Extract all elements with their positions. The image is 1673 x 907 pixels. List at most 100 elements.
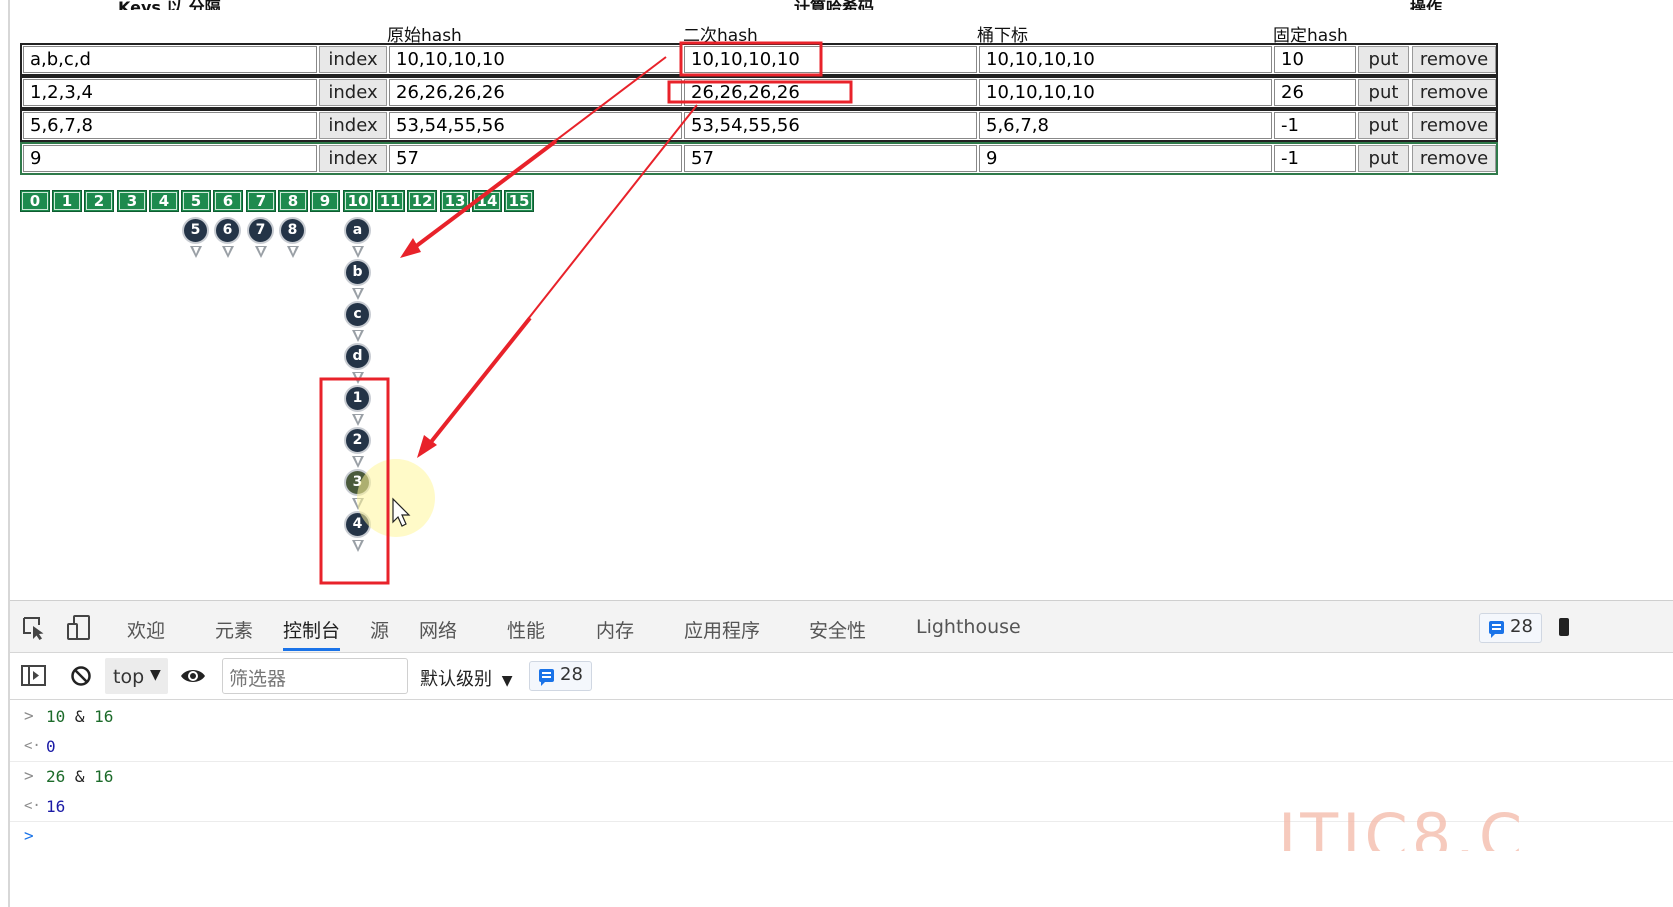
second-hash-field[interactable]: 57 bbox=[684, 145, 977, 172]
tab-memory[interactable]: 内存 bbox=[596, 616, 634, 643]
tab-console[interactable]: 控制台 bbox=[283, 616, 340, 643]
context-value: top bbox=[113, 666, 145, 688]
node-8: 8 bbox=[279, 217, 306, 244]
header-calc-label: 计算哈希码 bbox=[794, 0, 875, 10]
node-3: 3 bbox=[344, 469, 371, 496]
bucket-5: 5 bbox=[181, 190, 211, 212]
arrow-icon bbox=[417, 435, 437, 458]
clear-console-icon[interactable] bbox=[70, 665, 92, 687]
arrow-icon bbox=[222, 246, 234, 258]
tab-network[interactable]: 网络 bbox=[419, 616, 457, 643]
header-ops-label: 操作 bbox=[1410, 0, 1443, 10]
tab-application[interactable]: 应用程序 bbox=[684, 616, 760, 643]
bucket-index-field[interactable]: 5,6,7,8 bbox=[979, 112, 1272, 139]
console-expression: 26 & 16 bbox=[46, 767, 113, 786]
remove-button[interactable]: remove bbox=[1412, 145, 1496, 172]
arrow-icon bbox=[255, 246, 267, 258]
fixed-hash-field[interactable]: -1 bbox=[1274, 145, 1356, 172]
table-row: 9 index 57 57 9 -1 put remove bbox=[20, 142, 1498, 175]
index-button[interactable]: index bbox=[319, 145, 387, 172]
tab-security[interactable]: 安全性 bbox=[809, 616, 866, 643]
context-selector[interactable]: top ▼ bbox=[105, 658, 168, 694]
console-result: 16 bbox=[46, 797, 66, 816]
bucket-12: 12 bbox=[407, 190, 437, 212]
fixed-hash-field[interactable]: 26 bbox=[1274, 79, 1356, 106]
operand: 10 bbox=[46, 707, 66, 726]
tab-welcome[interactable]: 欢迎 bbox=[127, 616, 165, 643]
bucket-6: 6 bbox=[213, 190, 243, 212]
remove-button[interactable]: remove bbox=[1412, 46, 1496, 73]
bucket-index-field[interactable]: 9 bbox=[979, 145, 1272, 172]
node-2: 2 bbox=[344, 427, 371, 454]
node-c: c bbox=[344, 301, 371, 328]
remove-button[interactable]: remove bbox=[1412, 79, 1496, 106]
keys-input[interactable]: 5,6,7,8 bbox=[23, 112, 317, 139]
tab-elements[interactable]: 元素 bbox=[215, 616, 253, 643]
arrow-icon bbox=[352, 330, 364, 342]
devtools-tabbar: 欢迎 元素 控制台 源 网络 性能 内存 应用程序 安全性 Lighthouse… bbox=[10, 601, 1673, 653]
prompt-chevron-icon: > bbox=[24, 766, 34, 785]
result-arrow-icon: <· bbox=[24, 798, 41, 814]
app-window: Keys 以,分隔 原始hash 二次hash 计算哈希码 桶下标 固定hash… bbox=[0, 0, 1673, 907]
arrow-icon bbox=[400, 238, 421, 258]
orig-hash-field[interactable]: 57 bbox=[389, 145, 682, 172]
issues-count: 28 bbox=[1510, 616, 1533, 637]
orig-hash-field[interactable]: 53,54,55,56 bbox=[389, 112, 682, 139]
bucket-15: 15 bbox=[504, 190, 534, 212]
operand: 26 bbox=[46, 767, 66, 786]
issues-badge[interactable]: 28 bbox=[529, 661, 592, 691]
bucket-0: 0 bbox=[20, 190, 50, 212]
index-button[interactable]: index bbox=[319, 79, 387, 106]
console-toolbar: top ▼ 筛选器 默认级别 ▼ 28 bbox=[10, 653, 1673, 700]
node-1: 1 bbox=[344, 385, 371, 412]
keys-input[interactable]: a,b,c,d bbox=[23, 46, 317, 73]
index-button[interactable]: index bbox=[319, 112, 387, 139]
put-button[interactable]: put bbox=[1358, 46, 1409, 73]
active-tab-indicator bbox=[283, 648, 340, 651]
operator: & bbox=[65, 707, 95, 726]
filter-input[interactable]: 筛选器 bbox=[222, 658, 408, 694]
keys-input[interactable]: 1,2,3,4 bbox=[23, 79, 317, 106]
prompt-chevron-icon: > bbox=[24, 826, 34, 845]
orig-hash-field[interactable]: 26,26,26,26 bbox=[389, 79, 682, 106]
bucket-7: 7 bbox=[246, 190, 276, 212]
tab-lighthouse[interactable]: Lighthouse bbox=[916, 616, 1021, 638]
issues-count: 28 bbox=[560, 664, 583, 685]
operator: & bbox=[65, 767, 95, 786]
device-toolbar-icon[interactable] bbox=[66, 614, 92, 642]
fixed-hash-field[interactable]: 10 bbox=[1274, 46, 1356, 73]
bucket-2: 2 bbox=[84, 190, 114, 212]
console-expression: 10 & 16 bbox=[46, 707, 113, 726]
orig-hash-field[interactable]: 10,10,10,10 bbox=[389, 46, 682, 73]
settings-gear-icon[interactable] bbox=[1559, 618, 1569, 636]
table-row: 5,6,7,8 index 53,54,55,56 53,54,55,56 5,… bbox=[20, 109, 1498, 142]
operand: 16 bbox=[94, 767, 114, 786]
log-level-select[interactable]: 默认级别 ▼ bbox=[420, 665, 513, 691]
fixed-hash-field[interactable]: -1 bbox=[1274, 112, 1356, 139]
bucket-index-field[interactable]: 10,10,10,10 bbox=[979, 79, 1272, 106]
put-button[interactable]: put bbox=[1358, 112, 1409, 139]
arrow-icon bbox=[352, 414, 364, 426]
eye-icon[interactable] bbox=[180, 667, 206, 685]
node-5: 5 bbox=[182, 217, 209, 244]
tab-sources[interactable]: 源 bbox=[370, 616, 389, 643]
inspect-element-icon[interactable] bbox=[21, 615, 47, 641]
dropdown-arrow-icon: ▼ bbox=[501, 673, 513, 689]
annotation-arrow-line bbox=[425, 316, 532, 449]
remove-button[interactable]: remove bbox=[1412, 112, 1496, 139]
tab-performance[interactable]: 性能 bbox=[507, 616, 545, 643]
bucket-13: 13 bbox=[440, 190, 470, 212]
issues-badge[interactable]: 28 bbox=[1479, 613, 1542, 643]
console-output-line: <· 0 bbox=[10, 732, 1673, 762]
second-hash-field[interactable]: 53,54,55,56 bbox=[684, 112, 977, 139]
index-button[interactable]: index bbox=[319, 46, 387, 73]
bucket-index-field[interactable]: 10,10,10,10 bbox=[979, 46, 1272, 73]
keys-input[interactable]: 9 bbox=[23, 145, 317, 172]
put-button[interactable]: put bbox=[1358, 145, 1409, 172]
node-d: d bbox=[344, 343, 371, 370]
put-button[interactable]: put bbox=[1358, 79, 1409, 106]
sidebar-toggle-icon[interactable] bbox=[21, 665, 47, 687]
second-hash-field[interactable]: 10,10,10,10 bbox=[684, 46, 977, 73]
arrow-icon bbox=[352, 456, 364, 468]
second-hash-field[interactable]: 26,26,26,26 bbox=[684, 79, 977, 106]
